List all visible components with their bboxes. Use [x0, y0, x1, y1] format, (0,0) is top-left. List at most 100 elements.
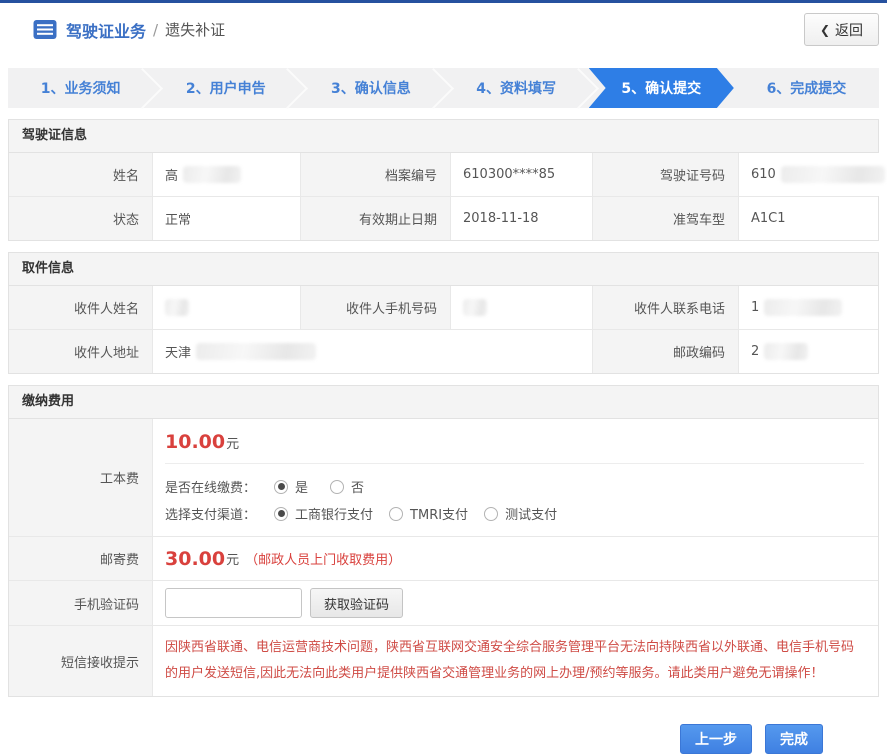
license-no-value: 610 [738, 153, 885, 196]
name-label: 姓名 [9, 153, 152, 196]
step-1-business-notice[interactable]: 1、业务须知 [8, 68, 153, 108]
step-6-complete-submit[interactable]: 6、完成提交 [734, 68, 879, 108]
recipient-mobile-value [450, 286, 592, 329]
postcode-value: 2 [738, 330, 878, 373]
table-row: 状态 正常 有效期止日期 2018-11-18 准驾车型 A1C1 [9, 196, 878, 240]
redacted-value [183, 166, 241, 183]
radio-label-test[interactable]: 测试支付 [505, 504, 557, 523]
production-fee-row: 工本费 10.00元 是否在线缴费： 是 否 选择支付渠道： [9, 419, 878, 536]
breadcrumb-current: 遗失补证 [165, 19, 225, 40]
captcha-label: 手机验证码 [9, 581, 152, 625]
recipient-phone-label: 收件人联系电话 [592, 286, 738, 329]
license-no-label: 驾驶证号码 [592, 153, 738, 196]
radio-channel-icbc[interactable] [274, 507, 288, 521]
production-fee-content: 10.00元 是否在线缴费： 是 否 选择支付渠道： 工商银行支付 [152, 419, 878, 536]
mail-fee-content: 30.00元 （邮政人员上门收取费用） [152, 537, 878, 580]
license-info-section: 驾驶证信息 姓名 高 档案编号 610300****85 驾驶证号码 610 状… [8, 119, 879, 241]
radio-label-tmri[interactable]: TMRI支付 [410, 504, 468, 523]
divider [165, 463, 864, 464]
mail-fee-label: 邮寄费 [9, 537, 152, 580]
production-fee-label: 工本费 [9, 419, 152, 536]
address-value: 天津 [152, 330, 592, 373]
redacted-value [165, 299, 189, 316]
online-pay-choice: 是否在线缴费： 是 否 [165, 473, 864, 500]
radio-online-pay-yes[interactable] [274, 480, 288, 494]
production-fee-amount: 10.00 [165, 431, 225, 453]
previous-step-button[interactable]: 上一步 [680, 724, 752, 754]
name-value: 高 [152, 153, 300, 196]
redacted-value [764, 343, 808, 360]
get-captcha-button[interactable]: 获取验证码 [310, 588, 403, 618]
license-info-title: 驾驶证信息 [9, 120, 878, 153]
name-text: 高 [165, 165, 178, 184]
captcha-row: 手机验证码 获取验证码 [9, 580, 878, 625]
file-no-label: 档案编号 [300, 153, 450, 196]
sms-tip-text: 因陕西省联通、电信运营商技术问题，陕西省互联网交通安全综合服务管理平台无法向持陕… [165, 626, 878, 696]
pay-channel-question: 选择支付渠道： [165, 504, 256, 523]
footer-actions: 上一步 完成 [0, 724, 823, 754]
step-2-user-declaration[interactable]: 2、用户申告 [153, 68, 298, 108]
step-label: 4、资料填写 [476, 78, 556, 98]
redacted-value [764, 299, 842, 316]
radio-online-pay-no[interactable] [330, 480, 344, 494]
recipient-phone-text: 1 [751, 300, 759, 315]
step-label: 1、业务须知 [41, 78, 121, 98]
vehicle-type-value: A1C1 [738, 197, 878, 240]
postcode-label: 邮政编码 [592, 330, 738, 373]
file-no-value: 610300****85 [450, 153, 592, 196]
captcha-input[interactable] [165, 588, 302, 618]
radio-label-yes[interactable]: 是 [295, 477, 308, 496]
mail-fee-row: 邮寄费 30.00元 （邮政人员上门收取费用） [9, 536, 878, 580]
breadcrumb-separator: / [153, 21, 158, 39]
currency-unit: 元 [226, 549, 239, 568]
mail-fee-note: （邮政人员上门收取费用） [245, 549, 401, 568]
redacted-value [781, 166, 885, 183]
address-label: 收件人地址 [9, 330, 152, 373]
chevron-left-icon: ❮ [820, 23, 830, 37]
radio-channel-test[interactable] [484, 507, 498, 521]
pickup-info-section: 取件信息 收件人姓名 收件人手机号码 收件人联系电话 1 收件人地址 天津 邮政… [8, 252, 879, 374]
status-value: 正常 [152, 197, 300, 240]
captcha-content: 获取验证码 [152, 581, 878, 625]
sms-tip-label: 短信接收提示 [9, 626, 152, 696]
production-fee-amount-line: 10.00元 [165, 429, 864, 453]
recipient-name-value [152, 286, 300, 329]
step-4-fill-data[interactable]: 4、资料填写 [444, 68, 589, 108]
step-label: 2、用户申告 [186, 78, 266, 98]
sms-tip-row: 短信接收提示 因陕西省联通、电信运营商技术问题，陕西省互联网交通安全综合服务管理… [9, 625, 878, 696]
fees-title: 缴纳费用 [9, 386, 878, 419]
currency-unit: 元 [226, 437, 239, 452]
postcode-text: 2 [751, 344, 759, 359]
vehicle-type-label: 准驾车型 [592, 197, 738, 240]
table-row: 收件人地址 天津 邮政编码 2 [9, 329, 878, 373]
step-5-confirm-submit-active[interactable]: 5、确认提交 [589, 68, 734, 108]
address-text: 天津 [165, 342, 191, 361]
radio-channel-tmri[interactable] [389, 507, 403, 521]
mail-fee-amount: 30.00 [165, 548, 225, 570]
table-row: 收件人姓名 收件人手机号码 收件人联系电话 1 [9, 286, 878, 329]
fees-section: 缴纳费用 工本费 10.00元 是否在线缴费： 是 否 [8, 385, 879, 697]
recipient-phone-value: 1 [738, 286, 878, 329]
recipient-name-label: 收件人姓名 [9, 286, 152, 329]
step-label: 3、确认信息 [331, 78, 411, 98]
finish-button[interactable]: 完成 [765, 724, 823, 754]
status-label: 状态 [9, 197, 152, 240]
license-no-text: 610 [751, 167, 776, 182]
step-label: 5、确认提交 [621, 78, 701, 98]
radio-label-icbc[interactable]: 工商银行支付 [295, 504, 373, 523]
page: 驾驶证业务 / 遗失补证 ❮ 返回 1、业务须知 2、用户申告 3、确认信息 4… [0, 0, 887, 756]
redacted-value [463, 299, 487, 316]
expiry-value: 2018-11-18 [450, 197, 592, 240]
radio-label-no[interactable]: 否 [351, 477, 364, 496]
license-service-icon [33, 19, 57, 40]
step-wizard: 1、业务须知 2、用户申告 3、确认信息 4、资料填写 5、确认提交 6、完成提… [8, 68, 879, 108]
pickup-info-title: 取件信息 [9, 253, 878, 286]
step-label: 6、完成提交 [767, 78, 847, 98]
back-button[interactable]: ❮ 返回 [804, 13, 879, 46]
step-3-confirm-info[interactable]: 3、确认信息 [298, 68, 443, 108]
page-title: 驾驶证业务 [66, 18, 146, 42]
online-pay-question: 是否在线缴费： [165, 477, 256, 496]
back-button-label: 返回 [835, 20, 863, 40]
pay-channel-choice: 选择支付渠道： 工商银行支付 TMRI支付 测试支付 [165, 500, 864, 527]
table-row: 姓名 高 档案编号 610300****85 驾驶证号码 610 [9, 153, 878, 196]
